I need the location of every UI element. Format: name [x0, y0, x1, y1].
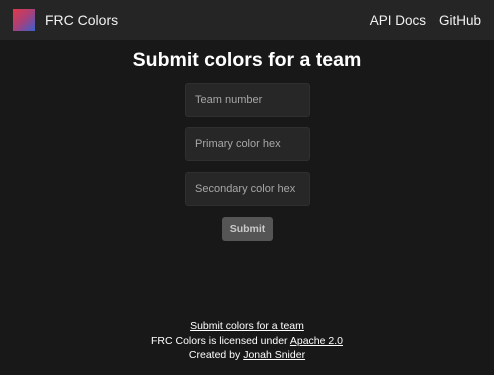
submit-button[interactable]: Submit — [222, 217, 273, 241]
footer-submit-link[interactable]: Submit colors for a team — [190, 320, 304, 332]
secondary-color-input[interactable] — [185, 172, 310, 206]
credits-text: Created by — [188, 349, 244, 361]
navbar: FRC Colors API Docs GitHub — [0, 0, 494, 40]
footer-line-credits: Created by Jonah Snider — [0, 348, 494, 363]
nav-links: API Docs GitHub — [370, 13, 481, 28]
license-text: FRC Colors is licensed under — [150, 334, 290, 347]
primary-color-input[interactable] — [185, 127, 310, 161]
footer-line-license: FRC Colors is licensed under Apache 2.0 — [0, 334, 494, 349]
footer-line-submit: Submit colors for a team — [0, 319, 494, 334]
license-link[interactable]: Apache 2.0 — [290, 335, 343, 347]
team-number-input[interactable] — [185, 83, 310, 117]
page-title: Submit colors for a team — [132, 49, 362, 71]
github-link[interactable]: GitHub — [439, 13, 481, 28]
brand-link[interactable]: FRC Colors — [45, 12, 118, 28]
api-docs-link[interactable]: API Docs — [370, 13, 426, 28]
footer: Submit colors for a team FRC Colors is l… — [0, 319, 494, 363]
logo-icon[interactable] — [13, 9, 35, 31]
author-link[interactable]: Jonah Snider — [243, 349, 305, 361]
